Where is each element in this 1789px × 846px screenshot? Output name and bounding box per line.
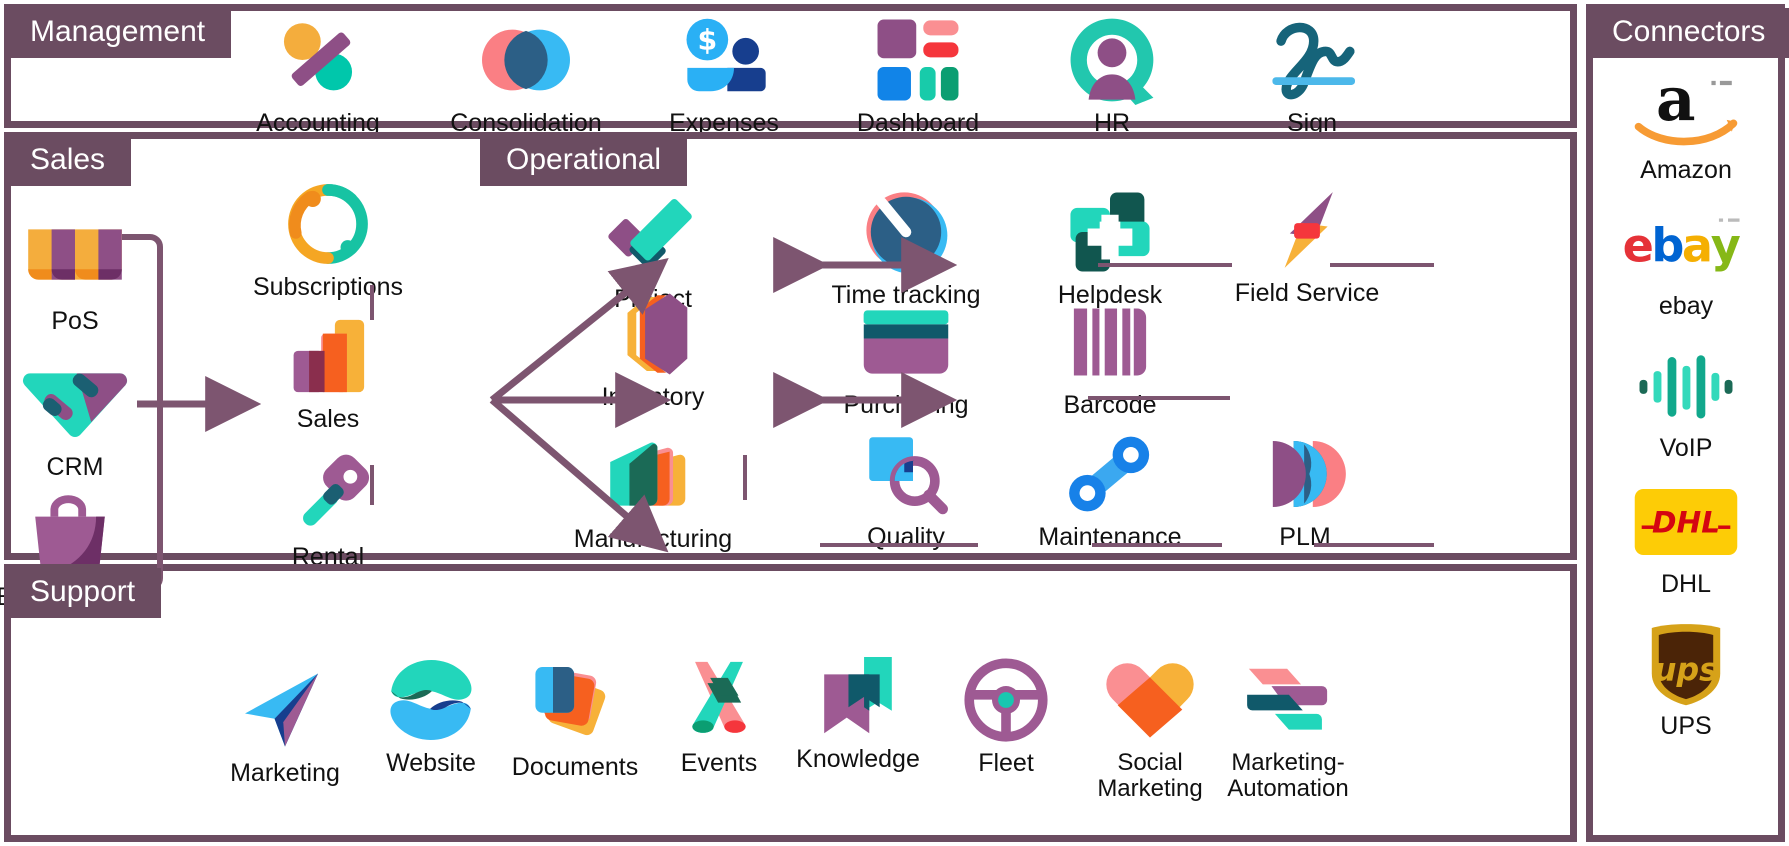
connector-tile-amazon[interactable]: a Amazon [1591,62,1781,185]
connector-label: ebay [1658,292,1714,320]
sales-icon [243,310,413,402]
app-label: Inventory [601,383,705,411]
app-label: Knowledge [796,745,920,773]
connector-label: VoIP [1659,434,1713,462]
svg-text:a: a [1682,218,1713,272]
ups-logo: ups [1591,618,1781,710]
app-label: Barcode [1063,391,1157,419]
connector-label: DHL [1660,570,1711,598]
app-label: PLM [1279,523,1331,551]
plm-icon [1220,428,1390,520]
app-tile-field-service[interactable]: Field Service [1222,184,1392,307]
app-tile-dashboard[interactable]: Dashboard [833,14,1003,137]
quality-icon [821,428,991,520]
svg-text:y: y [1711,218,1741,272]
voip-icon [1591,340,1781,432]
app-label: Marketing [230,759,340,787]
marketing-automation-icon [1203,654,1373,746]
svg-text:b: b [1651,218,1684,272]
app-tile-hr[interactable]: HR [1027,14,1197,137]
app-tile-maintenance[interactable]: Maintenance [1025,428,1195,551]
amazon-logo: a [1591,62,1781,154]
app-tile-marketing-automation[interactable]: Marketing- Automation [1203,654,1373,802]
manufacturing-icon [568,430,738,522]
inventory-icon [568,288,738,380]
connector-tile-voip[interactable]: VoIP [1591,340,1781,463]
svg-text:ups: ups [1654,653,1718,689]
app-tile-inventory[interactable]: Inventory [568,288,738,411]
connector-label: Amazon [1640,156,1732,184]
field-service-icon [1222,184,1392,276]
connector-tile-ups[interactable]: ups UPS [1591,618,1781,741]
app-tile-quality[interactable]: Quality [821,428,991,551]
app-tile-consolidation[interactable]: Consolidation [441,14,611,137]
app-tile-subscriptions[interactable]: Subscriptions [243,178,413,301]
svg-text:e: e [1623,218,1654,272]
ebay-logo: e b a y [1591,198,1781,290]
odoo-app-map: Management Accounting Consolidation $ Ex… [0,0,1789,846]
connector-tile-ebay[interactable]: e b a y ebay [1591,198,1781,321]
svg-text:$: $ [697,24,717,57]
app-tile-accounting[interactable]: Accounting [233,14,403,137]
project-icon [568,190,738,282]
app-tile-rental[interactable]: Rental [243,448,413,571]
app-label: Quality [867,523,945,551]
app-tile-sales-core[interactable]: Sales [243,310,413,433]
sign-icon [1227,14,1397,106]
time-tracking-icon [821,186,991,278]
app-label: Marketing- Automation [1227,749,1349,802]
app-label: Maintenance [1038,523,1182,551]
knowledge-icon [773,650,943,742]
connectors-panel-label: Connectors [1586,8,1789,58]
app-label: Manufacturing [573,525,733,553]
purchasing-icon [821,296,991,388]
app-label: Field Service [1234,279,1380,307]
app-label: CRM [46,453,104,481]
expenses-icon: $ [639,14,809,106]
app-tile-sign[interactable]: Sign [1227,14,1397,137]
management-panel-label: Management [4,8,232,58]
app-tile-knowledge[interactable]: Knowledge [773,650,943,773]
sales-panel-label: Sales [4,136,132,186]
svg-text:DHL: DHL [1652,505,1720,539]
app-tile-expenses[interactable]: $ Expenses [639,14,809,137]
app-tile-purchasing[interactable]: Purchasing [821,296,991,419]
app-label: Subscriptions [252,273,404,301]
app-label: Sales [296,405,360,433]
svg-text:a: a [1656,64,1696,135]
app-tile-time-tracking[interactable]: Time tracking [821,186,991,309]
maintenance-icon [1025,428,1195,520]
dashboard-icon [833,14,1003,106]
connector-label: UPS [1660,712,1712,740]
pos-icon [0,212,160,304]
connector-tile-dhl[interactable]: DHL DHL [1591,476,1781,599]
app-tile-helpdesk[interactable]: Helpdesk [1025,186,1195,309]
app-tile-pos[interactable]: PoS [0,212,160,335]
app-tile-marketing[interactable]: Marketing [200,664,370,787]
marketing-icon [200,664,370,756]
dhl-logo: DHL [1591,476,1781,568]
consolidation-icon [441,14,611,106]
hr-icon [1027,14,1197,106]
crm-icon [0,358,160,450]
app-tile-manufacturing[interactable]: Manufacturing [568,430,738,553]
rental-icon [243,448,413,540]
helpdesk-icon [1025,186,1195,278]
app-label: PoS [51,307,99,335]
app-tile-crm[interactable]: CRM [0,358,160,481]
app-tile-plm[interactable]: PLM [1220,428,1390,551]
accounting-icon [233,14,403,106]
support-panel-label: Support [4,568,162,618]
subscriptions-icon [243,178,413,270]
app-tile-barcode[interactable]: Barcode [1025,296,1195,419]
app-label: Purchasing [843,391,969,419]
operational-panel-label: Operational [480,136,688,186]
barcode-icon [1025,296,1195,388]
